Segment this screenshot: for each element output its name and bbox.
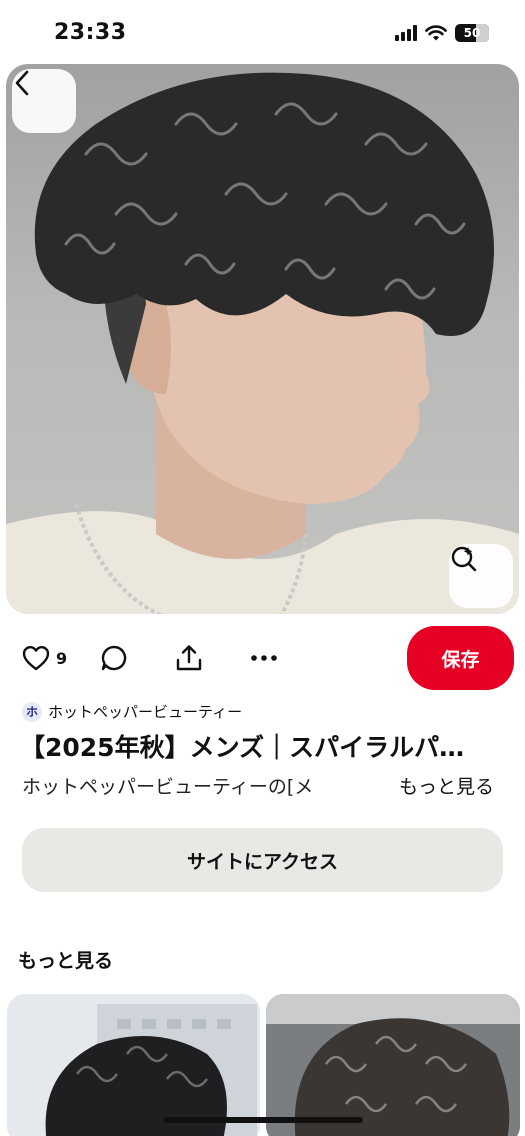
back-button[interactable] — [12, 69, 76, 133]
pin-description: ホットペッパービューティーの[メ — [22, 776, 314, 798]
heart-icon — [22, 646, 50, 671]
battery-level: 50 — [463, 26, 481, 40]
related-pin-image-1 — [45, 1004, 257, 1136]
source-avatar: ホ — [22, 701, 42, 722]
description-more-link[interactable]: もっと見る — [399, 772, 494, 799]
status-icons: 50 — [395, 24, 489, 42]
comment-icon — [101, 645, 127, 671]
share-button[interactable] — [174, 640, 204, 676]
wifi-icon — [425, 24, 447, 40]
chevron-left-icon — [15, 70, 29, 96]
more-options-button[interactable] — [250, 640, 278, 676]
signal-icon — [395, 25, 417, 41]
share-icon — [176, 645, 202, 671]
visit-site-button[interactable]: サイトにアクセス — [22, 828, 503, 892]
related-pin-image-2 — [266, 994, 520, 1136]
like-button[interactable]: 9 — [22, 640, 67, 676]
pin-source[interactable]: ホ ホットペッパービューティー — [22, 701, 242, 722]
pin-image[interactable] — [6, 64, 519, 614]
status-bar: 23:33 50 — [0, 0, 525, 64]
status-time: 23:33 — [54, 20, 127, 45]
save-button[interactable]: 保存 — [407, 626, 514, 690]
more-ideas-heading: もっと見る — [18, 950, 114, 972]
lens-search-icon — [451, 546, 477, 572]
like-count: 9 — [56, 648, 68, 668]
pin-description-row: ホットペッパービューティーの[メ もっと見る — [22, 772, 502, 800]
pin-title: 【2025年秋】メンズ｜スパイラルパ… — [20, 733, 465, 762]
visual-search-button[interactable] — [449, 544, 513, 608]
related-pin-2[interactable] — [266, 994, 520, 1136]
battery-icon: 50 — [455, 24, 489, 42]
comment-button[interactable] — [100, 640, 128, 676]
action-row: 9 保存 — [0, 626, 525, 692]
source-name: ホットペッパービューティー — [48, 703, 243, 721]
related-pin-1[interactable] — [7, 994, 260, 1136]
hairstyle-illustration — [6, 72, 519, 614]
ellipsis-icon — [251, 655, 277, 661]
home-indicator[interactable] — [163, 1117, 363, 1123]
